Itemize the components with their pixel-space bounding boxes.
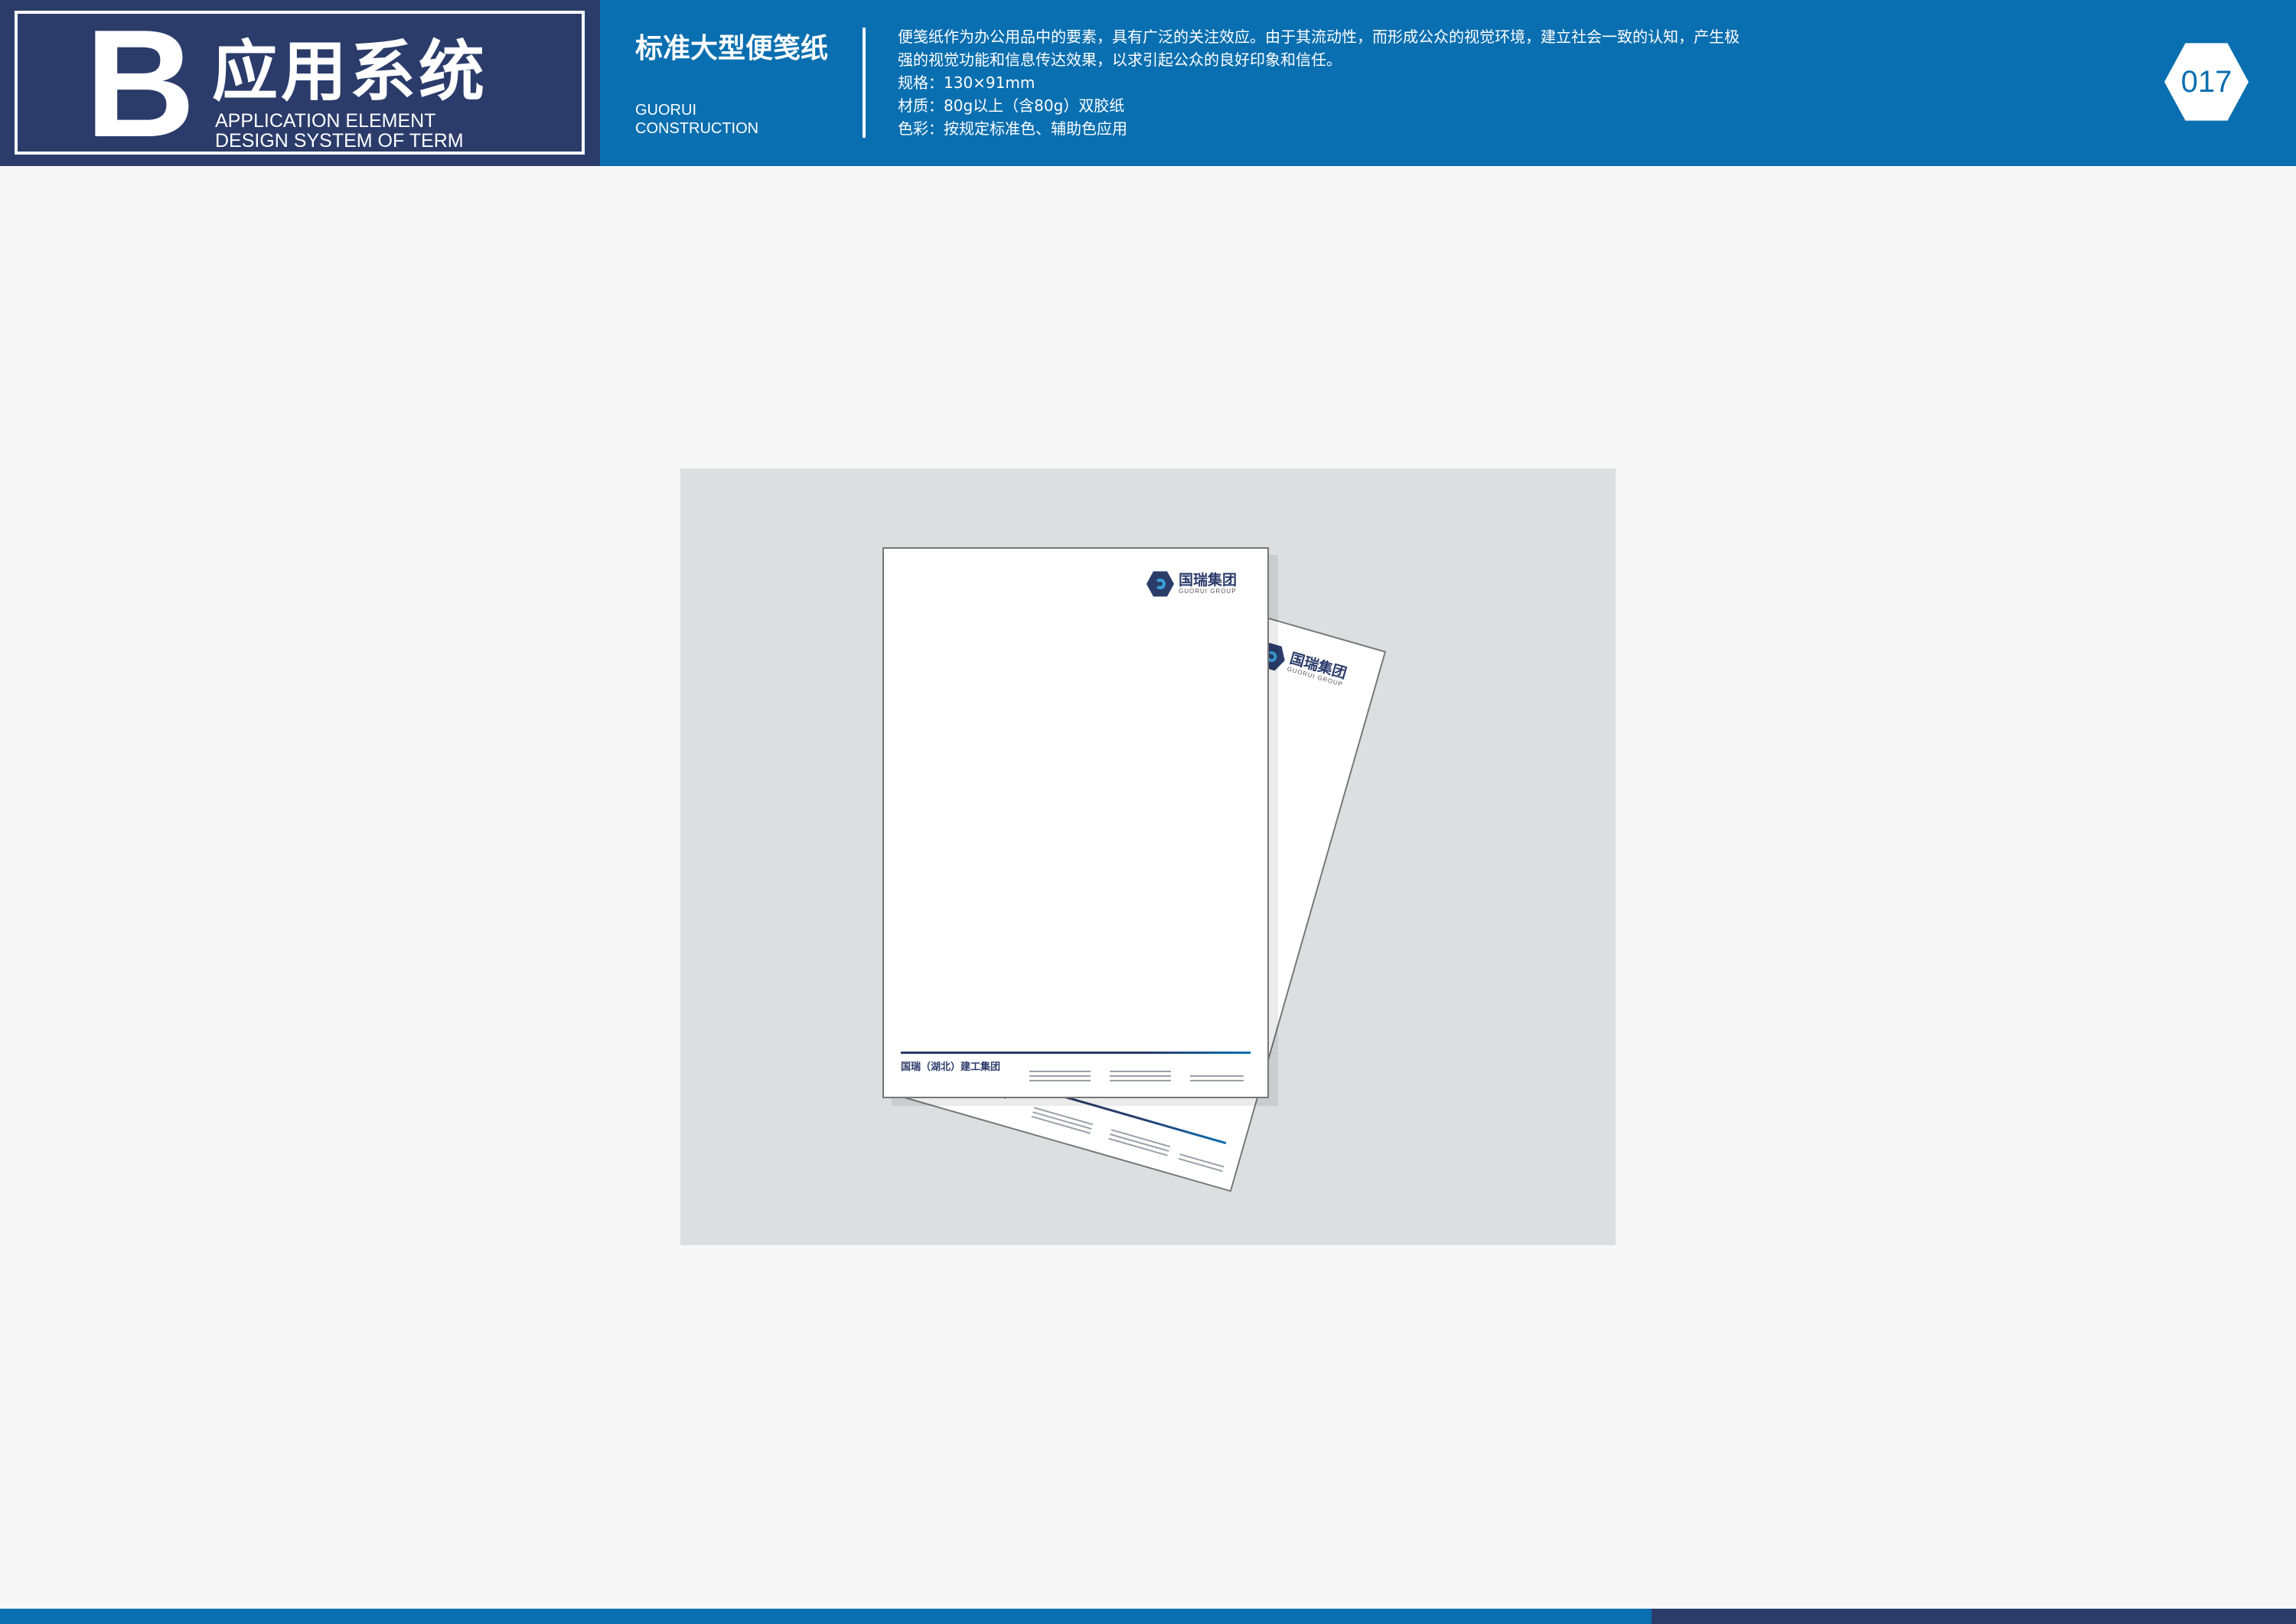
logo-text-cn: 国瑞集团 [1178, 572, 1237, 589]
footer-info-block [1031, 1107, 1094, 1134]
footer-company: 国瑞（湖北）建工集团 [901, 1061, 1001, 1073]
section-subtitle-line1: APPLICATION ELEMENT [215, 110, 436, 132]
footer-info-block [1108, 1129, 1171, 1156]
spec-material: 材质：80g以上（含80g）双胶纸 [898, 96, 1125, 115]
page-number-hexagon-icon: 017 [2164, 43, 2249, 121]
page-subtitle-line2: CONSTRUCTION [635, 120, 759, 137]
section-title-cn: 应用系统 [212, 34, 488, 110]
notepad-mockup: 国瑞集团 GUORUI GROUP 国瑞（湖北）建工集团 国瑞集团 GUORUI… [680, 468, 1616, 1245]
footer-info-block [1190, 1075, 1244, 1081]
page-title: 标准大型便笺纸 [635, 33, 829, 64]
footer-info-block [1110, 1071, 1171, 1081]
brand-frame: B 应用系统 APPLICATION ELEMENT DESIGN SYSTEM… [15, 8, 585, 161]
header-banner: B 应用系统 APPLICATION ELEMENT DESIGN SYSTEM… [0, 0, 2296, 166]
footer-info-block [1029, 1071, 1091, 1081]
footer-rule [901, 1052, 1251, 1054]
header-divider [863, 28, 866, 138]
description-line: 便笺纸作为办公用品中的要素，具有广泛的关注效应。由于其流动性，而形成公众的视觉环… [898, 28, 1740, 46]
spec-color: 色彩：按规定标准色、辅助色应用 [898, 119, 1127, 138]
description-line: 强的视觉功能和信息传达效果，以求引起公众的良好印象和信任。 [898, 51, 1342, 69]
page-number: 017 [2180, 65, 2232, 99]
notepad-sheet-front: 国瑞集团 GUORUI GROUP 国瑞（湖北）建工集团 [882, 547, 1269, 1098]
description-block: 便笺纸作为办公用品中的要素，具有广泛的关注效应。由于其流动性，而形成公众的视觉环… [898, 25, 1916, 140]
section-letter: B [85, 0, 196, 169]
footer-accent [1652, 1609, 2296, 1624]
brand-block: B 应用系统 APPLICATION ELEMENT DESIGN SYSTEM… [0, 0, 600, 166]
section-subtitle-line2: DESIGN SYSTEM OF TERM [215, 130, 464, 152]
spec-size: 规格：130×91mm [898, 73, 1035, 92]
guorui-logo-icon [1146, 571, 1174, 597]
page-subtitle-line1: GUORUI [635, 102, 696, 119]
footer-bar [0, 1609, 2296, 1624]
footer-info-block [1178, 1153, 1225, 1172]
logo-text-en: GUORUI GROUP [1178, 588, 1237, 595]
logo: 国瑞集团 GUORUI GROUP [1146, 570, 1237, 598]
